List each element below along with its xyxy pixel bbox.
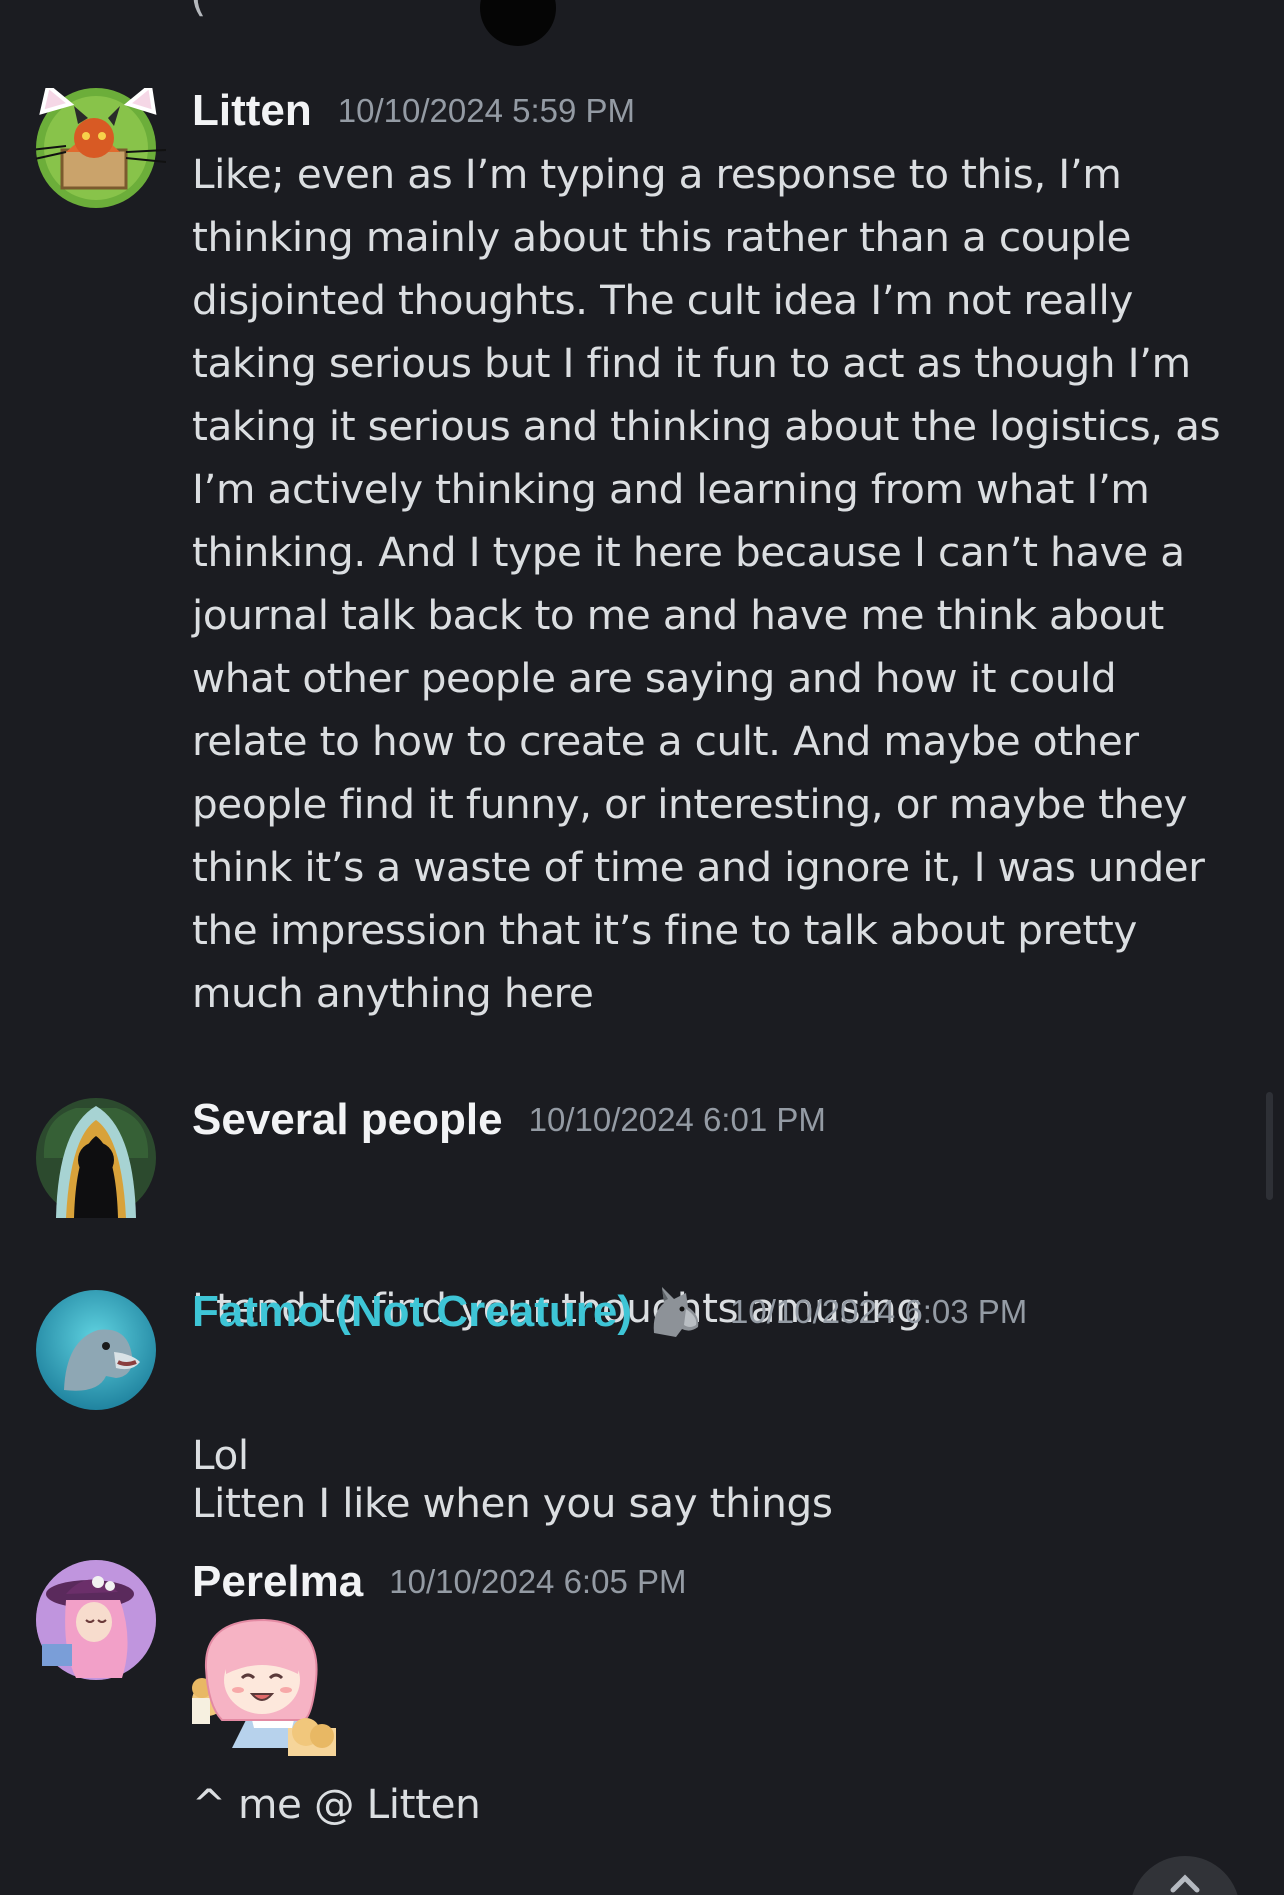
timestamp: 10/10/2024 5:59 PM (337, 92, 635, 129)
message-line: I’m actively thinking and learning from … (192, 465, 1150, 513)
partial-text: ( (190, 0, 206, 21)
chevron-up-icon (1165, 1870, 1205, 1895)
username[interactable]: Fatmo (Not Creature) (192, 1287, 632, 1337)
timestamp: 10/10/2024 6:03 PM (730, 1293, 1028, 1330)
cat-in-box-avatar[interactable] (36, 88, 166, 208)
timestamp: 10/10/2024 6:05 PM (389, 1563, 687, 1600)
message-line: the impression that it’s fine to talk ab… (192, 906, 1137, 954)
pink-hair-girl-avatar[interactable] (36, 1560, 156, 1680)
username[interactable]: Several people (192, 1095, 503, 1145)
username[interactable]: Litten (192, 86, 312, 136)
message-header: Several people 10/10/2024 6:01 PM (192, 1093, 826, 1147)
message-line: much anything here (192, 969, 594, 1017)
jump-to-present-button[interactable] (1130, 1856, 1240, 1895)
previous-message-fragment: ( (0, 0, 1284, 50)
message-line: people find it funny, or interesting, or… (192, 780, 1188, 828)
message-line: thinking mainly about this rather than a… (192, 213, 1132, 261)
followup-message: ^ me @ Litten (192, 1780, 481, 1828)
message-header: Fatmo (Not Creature) 10/10/2024 6:03 PM (192, 1285, 1027, 1339)
scrollbar-thumb[interactable] (1266, 1092, 1273, 1200)
timestamp: 10/10/2024 6:01 PM (528, 1101, 826, 1138)
message-line: Like; even as I’m typing a response to t… (192, 150, 1122, 198)
message-line: taking serious but I find it fun to act … (192, 339, 1191, 387)
message-line: journal talk back to me and have me thin… (192, 591, 1164, 639)
message-line: taking it serious and thinking about the… (192, 402, 1221, 450)
partial-attachment (480, 0, 556, 46)
message-content: Like; even as I’m typing a response to t… (192, 143, 1232, 1025)
message-content: Litten I like when you say things (192, 1346, 1232, 1661)
message-line: thinking. And I type it here because I c… (192, 528, 1185, 576)
cheering-anime-girl-sticker[interactable] (192, 1616, 336, 1756)
message-line: what other people are saying and how it … (192, 654, 1117, 702)
username[interactable]: Perelma (192, 1557, 363, 1607)
message-header: Litten 10/10/2024 5:59 PM (192, 84, 635, 138)
hooded-figure-avatar[interactable] (36, 1098, 156, 1218)
dolphin-avatar[interactable] (36, 1290, 156, 1410)
message-line: disjointed thoughts. The cult idea I’m n… (192, 276, 1133, 324)
message-header: Perelma 10/10/2024 6:05 PM (192, 1555, 686, 1609)
wolf-icon (646, 1283, 704, 1341)
followup-message: Lol (192, 1431, 249, 1479)
message-line: relate to how to create a cult. And mayb… (192, 717, 1139, 765)
message-line: think it’s a waste of time and ignore it… (192, 843, 1205, 891)
